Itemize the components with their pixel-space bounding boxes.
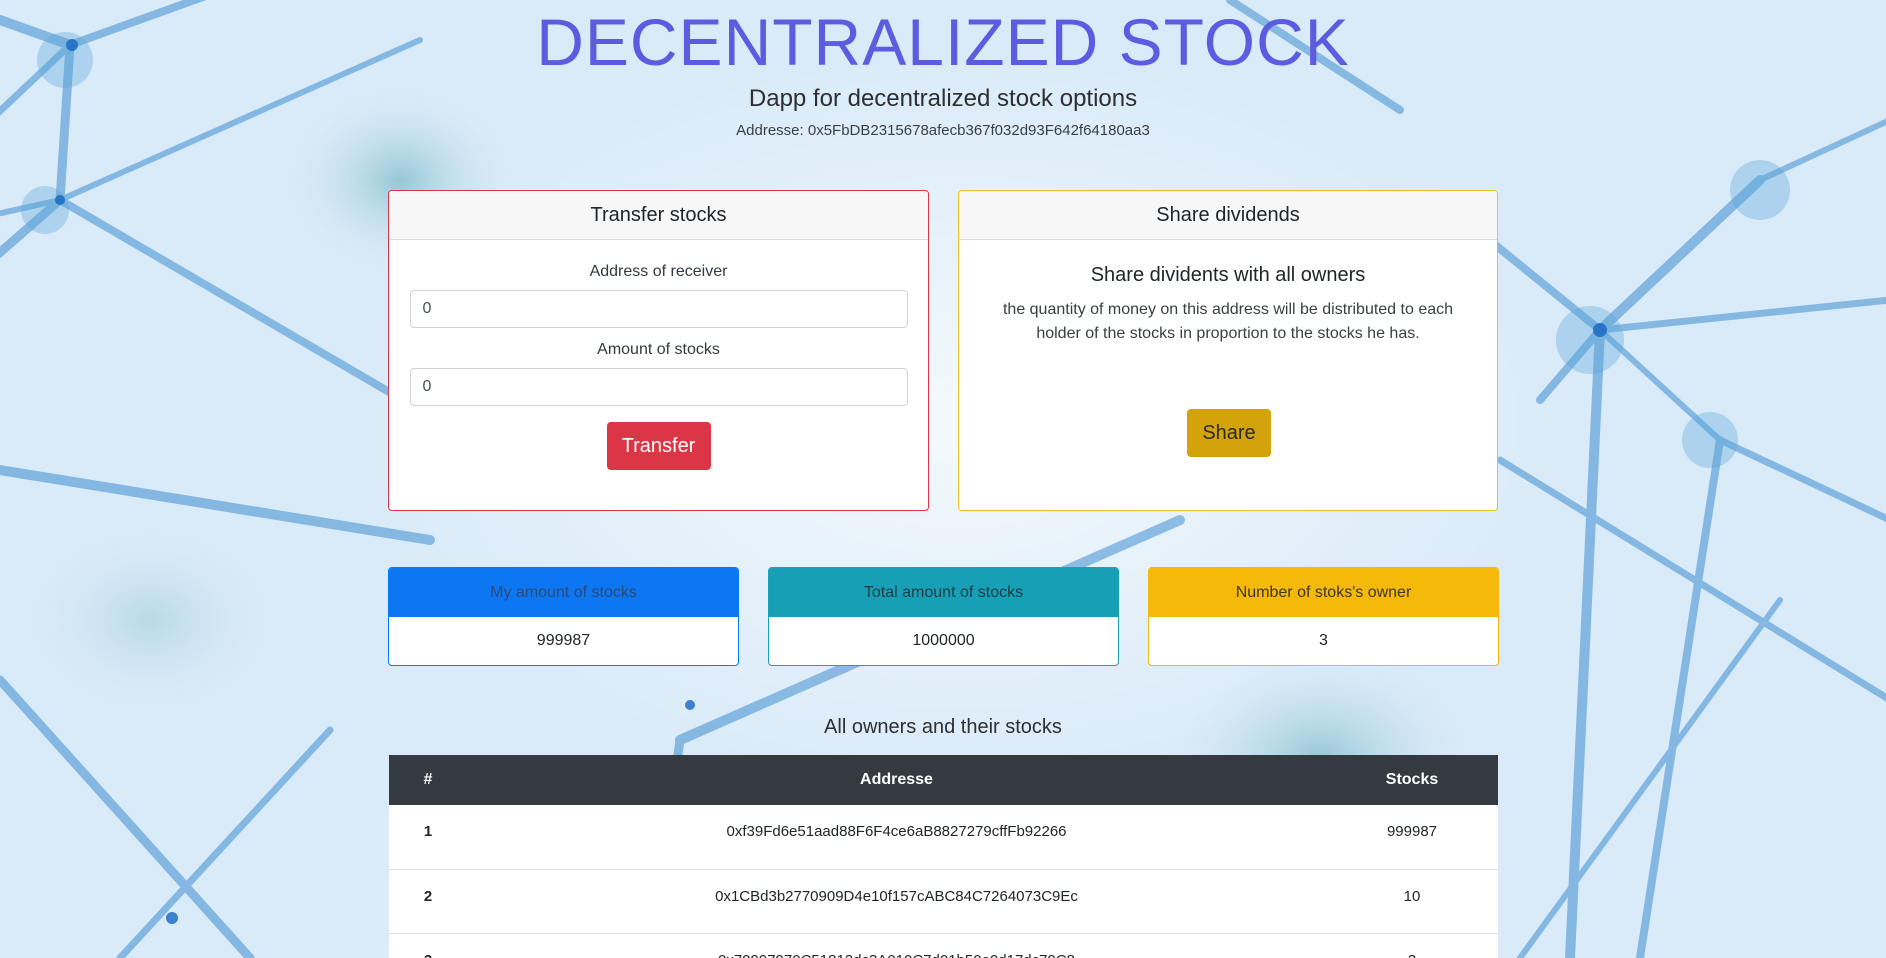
- row-stocks: 3: [1326, 933, 1498, 958]
- table-row: 2 0x1CBd3b2770909D4e10f157cABC84C7264073…: [389, 869, 1498, 934]
- row-stocks: 999987: [1326, 805, 1498, 870]
- row-index: 2: [389, 869, 467, 934]
- row-address: 0x1CBd3b2770909D4e10f157cABC84C7264073C9…: [467, 869, 1326, 934]
- receiver-address-input[interactable]: [409, 290, 908, 328]
- table-row: 1 0xf39Fd6e51aad88F6F4ce6aB8827279cffFb9…: [389, 805, 1498, 870]
- column-header-stocks: Stocks: [1326, 755, 1498, 805]
- column-header-address: Addresse: [467, 755, 1326, 805]
- share-card-title: Share dividends: [959, 191, 1497, 240]
- my-stocks-value: 999987: [536, 632, 591, 649]
- table-header-row: # Addresse Stocks: [389, 755, 1498, 805]
- owners-table-title: All owners and their stocks: [824, 716, 1062, 738]
- share-button[interactable]: Share: [1187, 409, 1271, 457]
- my-stocks-card: My amount of stocks 999987: [388, 567, 739, 666]
- owners-count-value: 3: [1319, 632, 1328, 649]
- owners-count-label: Number of stoks's owner: [1149, 568, 1498, 617]
- app-title: DECENTRALIZED STOCK: [536, 5, 1350, 79]
- share-dividends-card: Share dividends Share dividents with all…: [958, 190, 1498, 511]
- share-dividends-heading: Share dividents with all owners: [1090, 264, 1366, 286]
- row-stocks: 10: [1326, 869, 1498, 934]
- total-stocks-label: Total amount of stocks: [769, 568, 1118, 617]
- share-dividends-description: the quantity of money on this address wi…: [1002, 301, 1454, 342]
- total-stocks-value: 1000000: [912, 632, 975, 649]
- page: DECENTRALIZED STOCK Dapp for decentraliz…: [0, 0, 1886, 958]
- my-stocks-label: My amount of stocks: [389, 568, 738, 617]
- row-index: 3: [389, 933, 467, 958]
- amount-of-stocks-label: Amount of stocks: [597, 341, 720, 358]
- table-row: 3 0x70997970C51812dc3A010C7d01b50e0d17dc…: [389, 933, 1498, 958]
- owners-count-card: Number of stoks's owner 3: [1148, 567, 1499, 666]
- app-subtitle: Dapp for decentralized stock options: [748, 85, 1138, 112]
- transfer-card-title: Transfer stocks: [389, 191, 928, 240]
- contract-address: Addresse: 0x5FbDB2315678afecb367f032d93F…: [736, 122, 1150, 139]
- row-index: 1: [389, 805, 467, 870]
- row-address: 0x70997970C51812dc3A010C7d01b50e0d17dc79…: [467, 933, 1326, 958]
- owners-table: # Addresse Stocks 1 0xf39Fd6e51aad88F6F4…: [389, 755, 1498, 958]
- row-address: 0xf39Fd6e51aad88F6F4ce6aB8827279cffFb922…: [467, 805, 1326, 870]
- total-stocks-card: Total amount of stocks 1000000: [768, 567, 1119, 666]
- transfer-stocks-card: Transfer stocks Address of receiver Amou…: [388, 190, 929, 511]
- amount-of-stocks-input[interactable]: [409, 368, 908, 406]
- column-header-index: #: [389, 755, 467, 805]
- receiver-address-label: Address of receiver: [589, 263, 728, 280]
- transfer-button[interactable]: Transfer: [606, 422, 711, 470]
